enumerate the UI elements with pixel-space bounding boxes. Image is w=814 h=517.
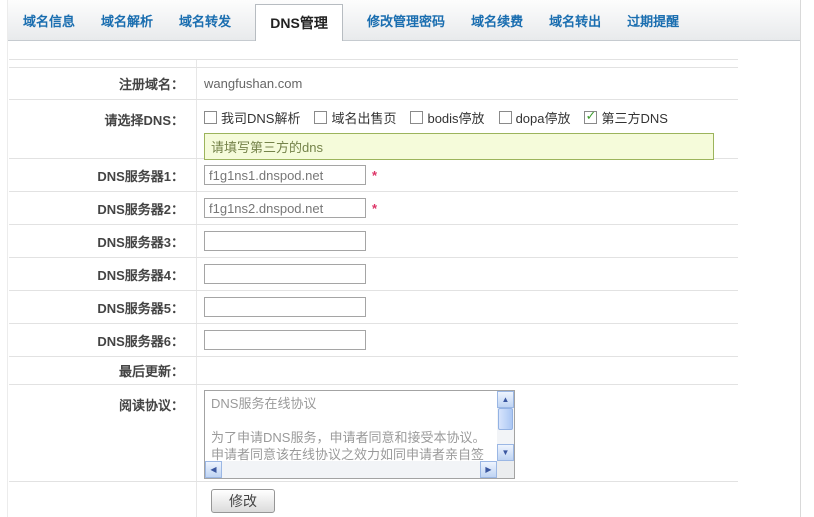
tab-expiry-reminder[interactable]: 过期提醒 [627, 0, 679, 40]
scroll-left-button[interactable]: ◀ [205, 461, 222, 478]
dns-server-5-label: DNS服务器5： [9, 291, 197, 323]
last-update-label: 最后更新： [9, 357, 197, 384]
registered-domain-value: wangfushan.com [197, 68, 738, 99]
row-dns-server-1: DNS服务器1： * [9, 159, 738, 192]
arrow-left-icon: ◀ [210, 465, 216, 474]
dns-server-2-input[interactable] [204, 198, 366, 218]
row-dns-server-3: DNS服务器3： [9, 225, 738, 258]
checkbox-label: 域名出售页 [331, 108, 396, 127]
row-dns-server-6: DNS服务器6： [9, 324, 738, 357]
checkbox-bodis-parking[interactable]: bodis停放 [410, 108, 484, 127]
page-container: 域名信息 域名解析 域名转发 DNS管理 修改管理密码 域名续费 域名转出 过期… [7, 0, 801, 517]
dns-server-5-input[interactable] [204, 297, 366, 317]
dns-choice-label: 请选择DNS： [9, 100, 197, 158]
dns-server-3-input[interactable] [204, 231, 366, 251]
dns-server-4-label: DNS服务器4： [9, 258, 197, 290]
row-last-update: 最后更新： [9, 357, 738, 385]
agreement-label: 阅读协议： [9, 385, 197, 481]
checkbox-label: dopa停放 [516, 108, 571, 127]
registered-domain-label: 注册域名： [9, 68, 197, 99]
row-dns-server-2: DNS服务器2： * [9, 192, 738, 225]
last-update-value [197, 357, 738, 384]
checkbox-domain-sale-page[interactable]: 域名出售页 [314, 108, 396, 127]
vertical-scroll-thumb[interactable] [498, 408, 513, 430]
dns-hint-message: 请填写第三方的dns [204, 133, 714, 160]
arrow-right-icon: ▶ [485, 465, 491, 474]
tab-domain-renewal[interactable]: 域名续费 [471, 0, 523, 40]
checkbox-icon[interactable] [499, 111, 512, 124]
required-asterisk: * [372, 168, 377, 183]
dns-server-2-label: DNS服务器2： [9, 192, 197, 224]
tab-bar: 域名信息 域名解析 域名转发 DNS管理 修改管理密码 域名续费 域名转出 过期… [8, 0, 800, 41]
dns-server-4-input[interactable] [204, 264, 366, 284]
checkbox-third-party-dns[interactable]: ✓ 第三方DNS [584, 108, 667, 127]
table-header-strip [9, 60, 738, 68]
row-submit: 修改 [9, 482, 738, 517]
checkbox-icon[interactable] [314, 111, 327, 124]
scrollbar-corner [497, 461, 514, 478]
dns-server-3-label: DNS服务器3： [9, 225, 197, 257]
tab-domain-info[interactable]: 域名信息 [23, 0, 75, 40]
dns-choice-options: 我司DNS解析 域名出售页 bodis停放 dopa停放 [204, 108, 682, 127]
dns-server-1-label: DNS服务器1： [9, 159, 197, 191]
row-agreement: 阅读协议： DNS服务在线协议 为了申请DNS服务，申请者同意和接受本协议。 申… [9, 385, 738, 482]
tab-change-password[interactable]: 修改管理密码 [367, 0, 445, 40]
agreement-textarea[interactable]: DNS服务在线协议 为了申请DNS服务，申请者同意和接受本协议。 申请者同意该在… [204, 390, 515, 479]
scroll-down-button[interactable]: ▼ [497, 444, 514, 461]
dns-server-6-input[interactable] [204, 330, 366, 350]
row-registered-domain: 注册域名： wangfushan.com [9, 68, 738, 100]
tab-domain-forwarding[interactable]: 域名转发 [179, 0, 231, 40]
checkbox-label: bodis停放 [427, 108, 484, 127]
vertical-scrollbar[interactable]: ▲ ▼ [497, 391, 514, 461]
tab-domain-resolution[interactable]: 域名解析 [101, 0, 153, 40]
checkmark-icon: ✓ [585, 109, 596, 122]
checkbox-label: 我司DNS解析 [221, 108, 300, 127]
tab-dns-management[interactable]: DNS管理 [255, 4, 343, 41]
checkbox-icon[interactable] [204, 111, 217, 124]
checkbox-icon[interactable] [410, 111, 423, 124]
checkbox-our-dns-resolution[interactable]: 我司DNS解析 [204, 108, 300, 127]
checkbox-label: 第三方DNS [601, 108, 667, 127]
agreement-text: DNS服务在线协议 为了申请DNS服务，申请者同意和接受本协议。 申请者同意该在… [205, 391, 497, 461]
dns-server-1-input[interactable] [204, 165, 366, 185]
tab-domain-transfer-out[interactable]: 域名转出 [549, 0, 601, 40]
required-asterisk: * [372, 201, 377, 216]
row-dns-server-5: DNS服务器5： [9, 291, 738, 324]
row-dns-server-4: DNS服务器4： [9, 258, 738, 291]
arrow-down-icon: ▼ [502, 448, 510, 457]
checkbox-dopa-parking[interactable]: dopa停放 [499, 108, 571, 127]
scroll-up-button[interactable]: ▲ [497, 391, 514, 408]
scroll-right-button[interactable]: ▶ [480, 461, 497, 478]
arrow-up-icon: ▲ [502, 395, 510, 404]
dns-form-table: 注册域名： wangfushan.com 请选择DNS： 我司DNS解析 域名出… [9, 59, 738, 517]
dns-server-6-label: DNS服务器6： [9, 324, 197, 356]
row-dns-choice: 请选择DNS： 我司DNS解析 域名出售页 bodis停放 [9, 100, 738, 159]
modify-button[interactable]: 修改 [211, 489, 275, 513]
checkbox-checked-icon[interactable]: ✓ [584, 111, 597, 124]
horizontal-scrollbar[interactable]: ◀ ▶ [205, 461, 497, 478]
